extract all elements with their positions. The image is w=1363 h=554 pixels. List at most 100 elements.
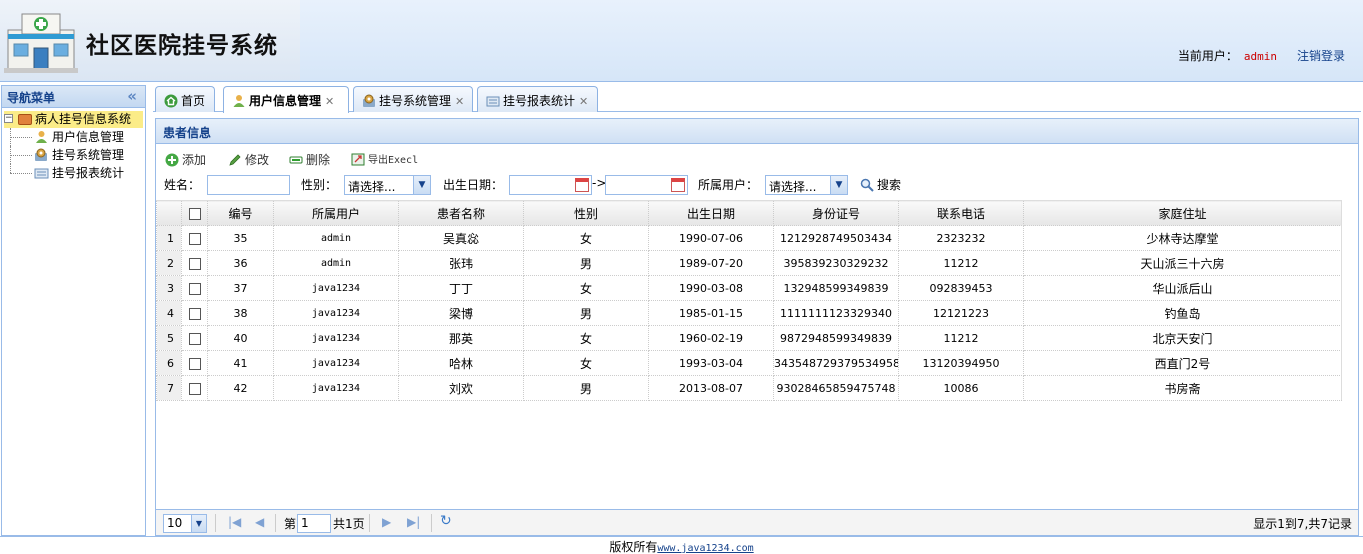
add-button[interactable]: 添加 bbox=[165, 151, 206, 168]
footer: 版权所有www.java1234.com bbox=[0, 536, 1363, 554]
tab-home[interactable]: 首页 bbox=[155, 86, 215, 112]
delete-label: 删除 bbox=[306, 153, 331, 167]
column-header[interactable]: 联系电话 bbox=[898, 200, 1024, 226]
logo-area: 社区医院挂号系统 bbox=[0, 0, 300, 80]
close-icon[interactable]: ✕ bbox=[579, 95, 588, 108]
table-row[interactable]: 3 37 java1234 丁丁 女 1990-03-08 1329485993… bbox=[156, 275, 1342, 301]
tab-label: 挂号报表统计 bbox=[503, 94, 576, 108]
cell-name: 张玮 bbox=[398, 250, 524, 276]
row-checkbox[interactable] bbox=[181, 325, 208, 351]
name-input[interactable] bbox=[207, 175, 290, 195]
row-number: 5 bbox=[156, 325, 182, 351]
search-button[interactable]: 搜索 bbox=[860, 176, 901, 193]
column-header[interactable]: 所属用户 bbox=[273, 200, 399, 226]
column-header[interactable]: 性别 bbox=[523, 200, 649, 226]
table-row[interactable]: 5 40 java1234 那英 女 1960-02-19 9872948599… bbox=[156, 325, 1342, 351]
column-header[interactable]: 身份证号 bbox=[773, 200, 899, 226]
row-checkbox[interactable] bbox=[181, 225, 208, 251]
cell-phone: 13120394950 bbox=[898, 350, 1024, 376]
cell-idcard: 1111111123329340 bbox=[773, 300, 899, 326]
row-number: 6 bbox=[156, 350, 182, 376]
table-row[interactable]: 7 42 java1234 刘欢 男 2013-08-07 9302846585… bbox=[156, 375, 1342, 401]
checkbox[interactable] bbox=[188, 282, 201, 295]
cell-owner: java1234 bbox=[273, 275, 399, 301]
sidebar-item-report-statistics[interactable]: 挂号报表统计 bbox=[2, 164, 145, 182]
column-header[interactable]: 编号 bbox=[207, 200, 274, 226]
search-icon bbox=[860, 178, 874, 192]
site-link[interactable]: www.java1234.com bbox=[657, 543, 753, 554]
close-icon[interactable]: ✕ bbox=[455, 95, 464, 108]
patient-info-panel: 患者信息 添加 修改 删除 导出Execl 姓名： 性别： 请选择... ▼ 出… bbox=[155, 118, 1359, 536]
checkbox[interactable] bbox=[188, 357, 201, 370]
search-label: 搜索 bbox=[877, 178, 902, 192]
chevron-down-icon[interactable]: ▼ bbox=[413, 176, 430, 194]
tab-report-statistics[interactable]: 挂号报表统计 ✕ bbox=[477, 86, 598, 112]
calendar-icon[interactable] bbox=[671, 178, 685, 192]
birth-start-input[interactable] bbox=[509, 175, 592, 195]
pager-separator bbox=[275, 514, 276, 532]
total-pages: 共1页 bbox=[333, 517, 365, 531]
tab-registration-management[interactable]: 挂号系统管理 ✕ bbox=[353, 86, 473, 112]
tree-collapse-icon[interactable]: − bbox=[4, 114, 13, 123]
cell-phone: 10086 bbox=[898, 375, 1024, 401]
table-row[interactable]: 4 38 java1234 梁博 男 1985-01-15 1111111123… bbox=[156, 300, 1342, 326]
cell-phone: 2323232 bbox=[898, 225, 1024, 251]
prev-page-icon[interactable]: ◀ bbox=[255, 515, 264, 529]
cell-birth: 1989-07-20 bbox=[648, 250, 774, 276]
checkbox[interactable] bbox=[188, 232, 201, 245]
cell-owner: admin bbox=[273, 250, 399, 276]
edit-button[interactable]: 修改 bbox=[228, 151, 269, 168]
sidebar-item-user-management[interactable]: 用户信息管理 bbox=[2, 128, 145, 146]
last-page-icon[interactable]: ▶| bbox=[407, 515, 420, 529]
checkbox[interactable] bbox=[188, 382, 201, 395]
cell-birth: 2013-08-07 bbox=[648, 375, 774, 401]
refresh-icon[interactable]: ↻ bbox=[440, 513, 452, 529]
birth-end-input[interactable] bbox=[605, 175, 688, 195]
chevron-down-icon[interactable]: ▼ bbox=[830, 176, 847, 194]
tab-user-management[interactable]: 用户信息管理 ✕ bbox=[223, 86, 349, 113]
cell-idcard: 9872948599349839 bbox=[773, 325, 899, 351]
first-page-icon[interactable]: |◀ bbox=[228, 515, 241, 529]
chevron-down-icon[interactable]: ▼ bbox=[191, 515, 206, 532]
calendar-icon[interactable] bbox=[575, 178, 589, 192]
table-row[interactable]: 6 41 java1234 哈林 女 1993-03-04 3435487293… bbox=[156, 350, 1342, 376]
logout-link[interactable]: 注销登录 bbox=[1297, 49, 1345, 63]
owner-select[interactable]: 请选择... ▼ bbox=[765, 175, 848, 195]
checkbox[interactable] bbox=[188, 332, 201, 345]
cell-owner: admin bbox=[273, 225, 399, 251]
row-checkbox[interactable] bbox=[181, 350, 208, 376]
app-title: 社区医院挂号系统 bbox=[86, 33, 278, 59]
checkbox[interactable] bbox=[188, 307, 201, 320]
close-icon[interactable]: ✕ bbox=[325, 95, 334, 108]
export-button[interactable]: 导出Execl bbox=[351, 151, 418, 166]
delete-button[interactable]: 删除 bbox=[289, 151, 330, 168]
row-checkbox[interactable] bbox=[181, 275, 208, 301]
select-all-checkbox[interactable] bbox=[181, 200, 208, 226]
cell-phone: 11212 bbox=[898, 250, 1024, 276]
cell-address: 天山派三十六房 bbox=[1023, 250, 1342, 276]
cell-phone: 11212 bbox=[898, 325, 1024, 351]
gender-select[interactable]: 请选择... ▼ bbox=[344, 175, 431, 195]
checkbox[interactable] bbox=[188, 207, 201, 220]
page-number-input[interactable]: 1 bbox=[297, 514, 331, 533]
cell-owner: java1234 bbox=[273, 350, 399, 376]
sidebar-item-registration-management[interactable]: 挂号系统管理 bbox=[2, 146, 145, 164]
cell-id: 42 bbox=[207, 375, 274, 401]
checkbox[interactable] bbox=[188, 257, 201, 270]
double-chevron-left-icon[interactable]: « bbox=[127, 87, 137, 105]
column-header[interactable]: 家庭住址 bbox=[1023, 200, 1342, 226]
cell-gender: 男 bbox=[523, 375, 649, 401]
export-icon bbox=[351, 153, 365, 166]
row-checkbox[interactable] bbox=[181, 375, 208, 401]
next-page-icon[interactable]: ▶ bbox=[382, 515, 391, 529]
row-checkbox[interactable] bbox=[181, 300, 208, 326]
row-checkbox[interactable] bbox=[181, 250, 208, 276]
column-header[interactable]: 患者名称 bbox=[398, 200, 524, 226]
table-row[interactable]: 2 36 admin 张玮 男 1989-07-20 3958392303292… bbox=[156, 250, 1342, 276]
report-icon bbox=[486, 96, 500, 107]
cell-address: 书房斋 bbox=[1023, 375, 1342, 401]
column-header[interactable]: 出生日期 bbox=[648, 200, 774, 226]
page-size-select[interactable]: 10 ▼ bbox=[163, 514, 207, 533]
tree-root-node[interactable]: − 病人挂号信息系统 bbox=[4, 111, 143, 128]
table-row[interactable]: 1 35 admin 吴真惢 女 1990-07-06 121292874950… bbox=[156, 225, 1342, 251]
